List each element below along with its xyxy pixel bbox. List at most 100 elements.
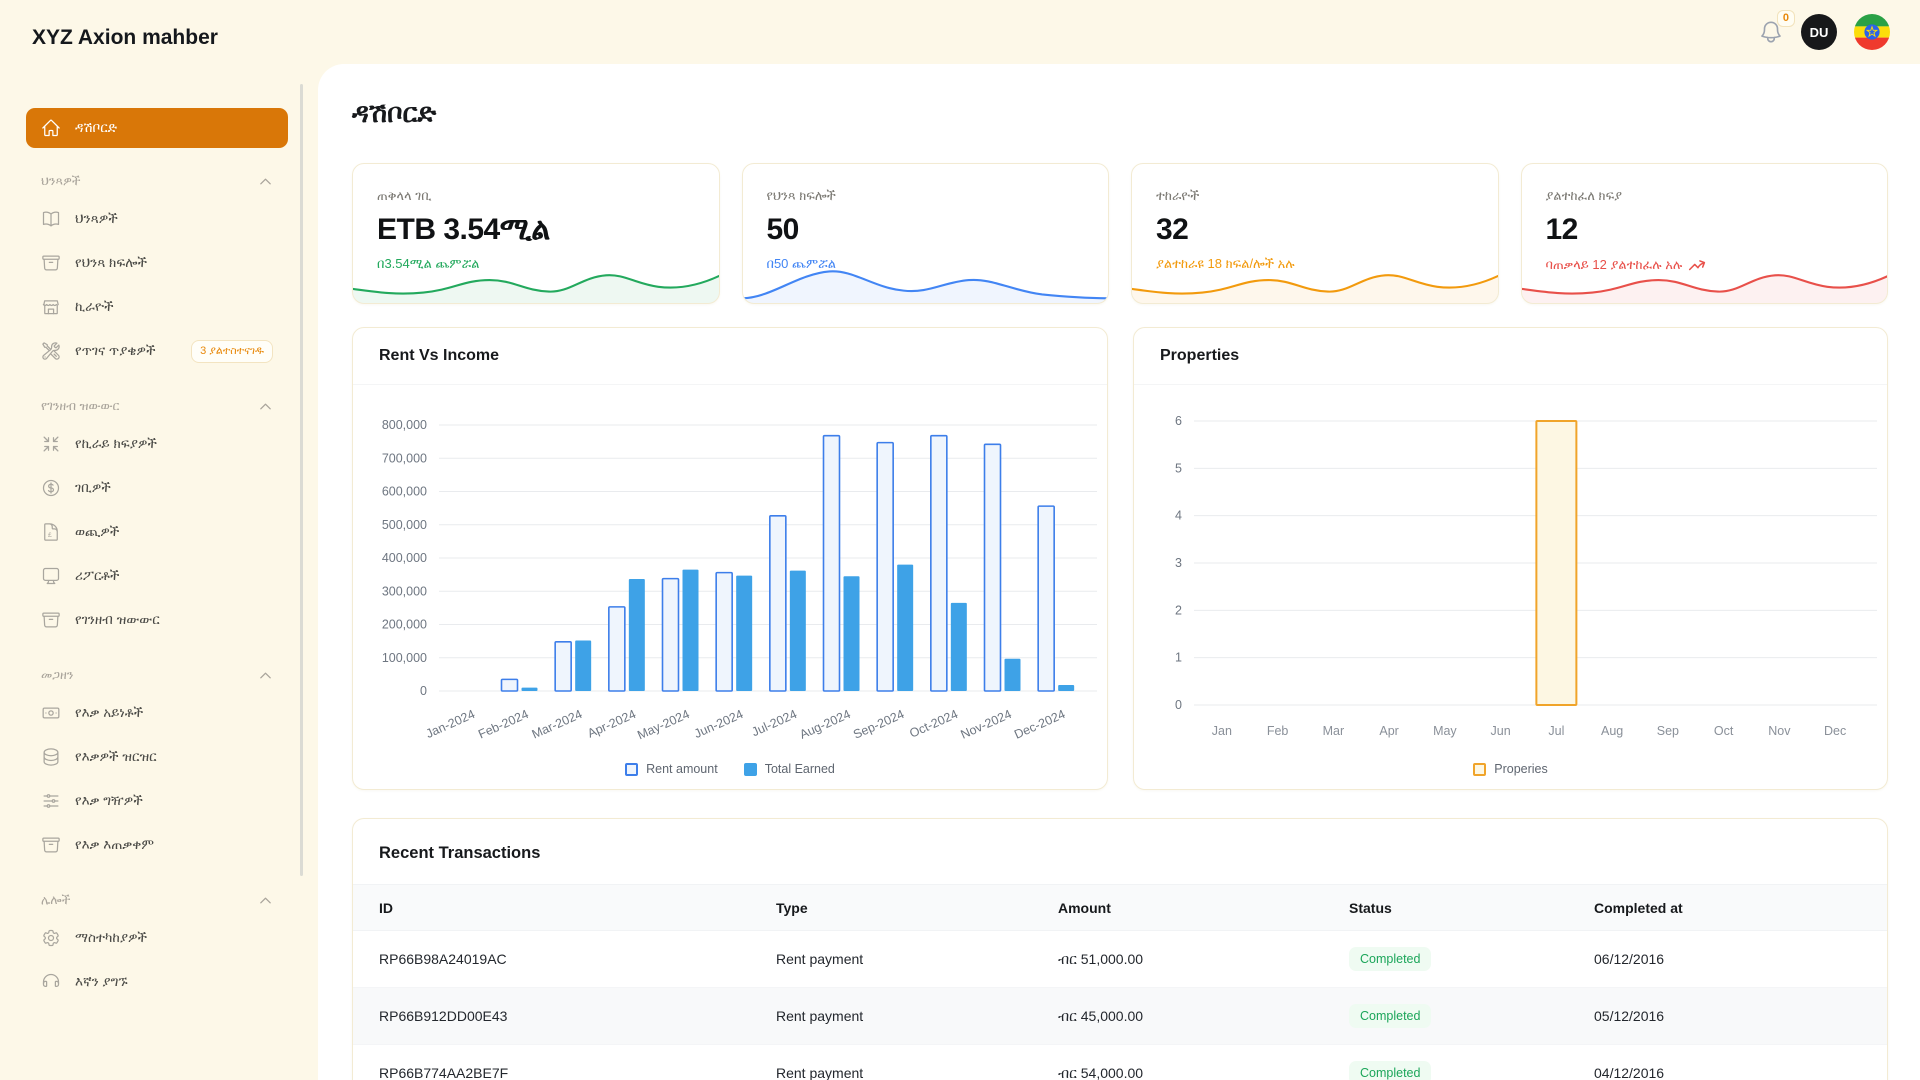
table-row[interactable]: RP66B912DD00E43 Rent payment ብር 45,000.0… [353, 988, 1887, 1045]
sidebar-section-header[interactable]: ሌሎች [26, 893, 288, 908]
stat-card: ጠቅላላ ገቢ ETB 3.54ሚል በ3.54ሚል ጨምሯል [352, 163, 720, 304]
sidebar-item[interactable]: የኪራይ ክፍያዎች [26, 422, 288, 466]
sidebar-item[interactable]: £ ወጪዎች [26, 510, 288, 554]
table-column-header: Status [1349, 900, 1594, 916]
sidebar-item-dashboard[interactable]: ዳሽቦርድ [26, 108, 288, 148]
legend-label: Total Earned [765, 762, 835, 776]
cell-type: Rent payment [776, 951, 1058, 967]
stat-card-label: ያልተከፈለ ክፍያ [1546, 188, 1864, 204]
sidebar-item-label: የገንዘብ ዝውውር [75, 612, 160, 628]
svg-text:Nov-2024: Nov-2024 [959, 707, 1014, 742]
properties-chart[interactable]: 0123456JanFebMarAprMayJunJulAugSepOctNov… [1134, 385, 1887, 749]
table-column-header: ID [379, 900, 776, 916]
rent-vs-income-title: Rent Vs Income [379, 347, 499, 365]
home-icon [41, 118, 61, 138]
properties-header: Properties [1134, 328, 1887, 385]
sidebar-item-label: የህንጻ ክፍሎች [75, 255, 147, 271]
svg-text:Dec: Dec [1824, 724, 1846, 738]
svg-text:Apr: Apr [1379, 724, 1398, 738]
sidebar-item-label: ማስተካከያዎች [75, 930, 147, 946]
sidebar-item[interactable]: ገቢዎች [26, 466, 288, 510]
svg-text:700,000: 700,000 [382, 451, 427, 465]
sidebar-item[interactable]: ህንጻዎች [26, 197, 288, 241]
rent-vs-income-chart[interactable]: 0100,000200,000300,000400,000500,000600,… [353, 385, 1107, 749]
svg-text:500,000: 500,000 [382, 518, 427, 532]
sidebar-item[interactable]: ማስተካከያዎች [26, 916, 288, 960]
properties-card: Properties 0123456JanFebMarAprMayJunJulA… [1133, 327, 1888, 790]
svg-text:Jun: Jun [1491, 724, 1511, 738]
svg-text:300,000: 300,000 [382, 584, 427, 598]
legend-item[interactable]: Rent amount [625, 762, 718, 776]
sidebar-item-label: የእቃ አይነቶች [75, 705, 143, 721]
sidebar-item[interactable]: እኛን ያግኙ [26, 960, 288, 1004]
svg-text:Jul-2024: Jul-2024 [750, 707, 800, 739]
table-row[interactable]: RP66B98A24019AC Rent payment ብር 51,000.0… [353, 931, 1887, 988]
main-panel: ዳሽቦርድ ጠቅላላ ገቢ ETB 3.54ሚል በ3.54ሚል ጨምሯል የህ… [318, 64, 1920, 1080]
svg-text:6: 6 [1175, 414, 1182, 428]
chevron-up-icon [258, 668, 273, 683]
table-row[interactable]: RP66B774AA2BE7F Rent payment ብር 54,000.0… [353, 1045, 1887, 1080]
properties-title: Properties [1160, 347, 1239, 365]
document-currency-icon: £ [41, 522, 61, 542]
svg-text:May-2024: May-2024 [635, 707, 692, 742]
svg-text:Aug: Aug [1601, 724, 1623, 738]
svg-text:Oct: Oct [1714, 724, 1734, 738]
chevron-up-icon [258, 399, 273, 414]
notifications-button[interactable]: 0 [1758, 19, 1784, 45]
sidebar-scrollbar[interactable] [300, 84, 303, 876]
sidebar-item[interactable]: የእቃ እጠቃቀም [26, 823, 288, 867]
sparkline [742, 259, 1110, 304]
svg-text:Jan-2024: Jan-2024 [424, 707, 477, 741]
stat-card: የህንጻ ክፍሎች 50 በ50 ጨምሯል [742, 163, 1110, 304]
sidebar-section-label: መጋዘን [41, 668, 73, 683]
ethiopia-flag-icon[interactable] [1854, 14, 1890, 50]
stat-card: ተከራዮች 32 ያልተከራዩ 18 ክፍል/ሎች አሉ [1131, 163, 1499, 304]
notification-count-badge: 0 [1777, 10, 1795, 27]
legend-label: Properies [1494, 762, 1548, 776]
sidebar-section-header[interactable]: ህንጻዎች [26, 174, 288, 189]
legend-label: Rent amount [646, 762, 718, 776]
chevron-up-icon [258, 174, 273, 189]
header-actions: 0 DU [1758, 14, 1890, 50]
sidebar-section-header[interactable]: የገንዘብ ዝውውር [26, 399, 288, 414]
rent-vs-income-header: Rent Vs Income [353, 328, 1107, 385]
cell-completed-at: 05/12/2016 [1594, 1008, 1861, 1024]
table-column-header: Type [776, 900, 1058, 916]
archive-box-icon [41, 253, 61, 273]
svg-text:Dec-2024: Dec-2024 [1012, 707, 1067, 742]
bell-icon [1758, 32, 1784, 49]
sidebar-item[interactable]: የጥገና ጥያቄዎች 3 ያልተስተናገዱ [26, 329, 288, 373]
legend-swatch [625, 763, 638, 776]
svg-text:Sep-2024: Sep-2024 [851, 707, 906, 742]
cell-amount: ብር 54,000.00 [1058, 1065, 1349, 1080]
sidebar-section-header[interactable]: መጋዘን [26, 668, 288, 683]
stat-card-value: 50 [767, 213, 1085, 247]
stat-card: ያልተከፈለ ክፍያ 12 ባጠቃላይ 12 ያልተከፈሉ አሉ [1521, 163, 1889, 304]
stat-card-label: የህንጻ ክፍሎች [767, 188, 1085, 204]
stat-card-label: ጠቅላላ ገቢ [377, 188, 695, 204]
cell-completed-at: 06/12/2016 [1594, 951, 1861, 967]
svg-text:Feb: Feb [1267, 724, 1289, 738]
cell-id: RP66B912DD00E43 [379, 1008, 776, 1024]
user-avatar[interactable]: DU [1801, 14, 1837, 50]
legend-item[interactable]: Properies [1473, 762, 1548, 776]
sidebar-item[interactable]: ሪፖርቶች [26, 554, 288, 598]
cell-type: Rent payment [776, 1065, 1058, 1080]
rent-vs-income-card: Rent Vs Income 0100,000200,000300,000400… [352, 327, 1108, 790]
sidebar-item[interactable]: የእቃዎች ዝርዝር [26, 735, 288, 779]
sidebar-item[interactable]: የገንዘብ ዝውውር [26, 598, 288, 642]
banknote-icon [41, 703, 61, 723]
status-badge: Completed [1349, 1061, 1431, 1080]
sidebar-item-label: ኪራዮች [75, 299, 114, 315]
sidebar-item[interactable]: የእቃ ግዥዎች [26, 779, 288, 823]
sidebar-item-label: ወጪዎች [75, 524, 119, 540]
sidebar-item[interactable]: የህንጻ ክፍሎች [26, 241, 288, 285]
sidebar-item-label: የእቃ እጠቃቀም [75, 837, 154, 853]
legend-item[interactable]: Total Earned [744, 762, 835, 776]
sidebar-item[interactable]: ኪራዮች [26, 285, 288, 329]
recent-transactions-title: Recent Transactions [353, 819, 1887, 884]
cell-id: RP66B774AA2BE7F [379, 1065, 776, 1080]
status-badge: Completed [1349, 947, 1431, 971]
sidebar-item[interactable]: የእቃ አይነቶች [26, 691, 288, 735]
sparkline [352, 259, 720, 304]
